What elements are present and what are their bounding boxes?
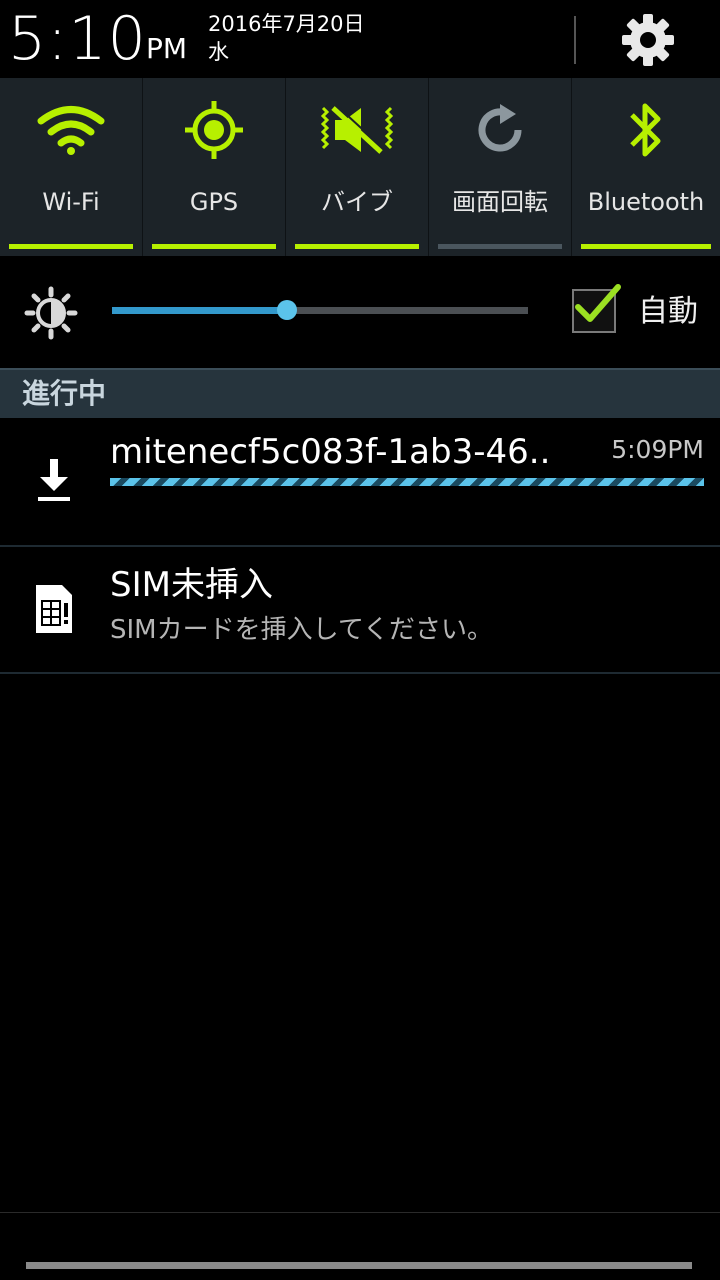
qs-tile-gps[interactable]: GPS — [143, 78, 286, 256]
qs-tile-vibrate[interactable]: バイブ — [286, 78, 429, 256]
qs-indicator-gps — [152, 244, 276, 249]
clock-time: 5:10 — [8, 4, 147, 74]
sim-notification[interactable]: SIM未挿入 SIMカードを挿入してください。 — [0, 547, 720, 674]
qs-label-vibrate: バイブ — [321, 188, 393, 216]
auto-brightness-checkbox[interactable] — [572, 284, 621, 333]
qs-label-bluetooth: Bluetooth — [587, 188, 705, 216]
gps-icon — [185, 101, 243, 159]
sim-subtitle: SIMカードを挿入してください。 — [110, 615, 494, 645]
qs-tile-wifi[interactable]: Wi-Fi — [0, 78, 143, 256]
qs-tile-bluetooth[interactable]: Bluetooth — [572, 78, 720, 256]
quick-settings-panel: Wi-Fi GPS バイブ 画面回転 Bluetooth — [0, 78, 720, 256]
section-title: 進行中 — [22, 377, 107, 410]
qs-indicator-vibrate — [295, 244, 419, 249]
sim-title: SIM未挿入 — [110, 565, 273, 605]
download-time: 5:09PM — [611, 435, 704, 464]
panel-drag-handle[interactable] — [26, 1262, 692, 1269]
brightness-slider-fill — [112, 307, 287, 314]
download-icon — [38, 459, 70, 501]
auto-brightness-label: 自動 — [638, 294, 698, 329]
clock-ampm: PM — [146, 32, 188, 65]
header-divider — [574, 16, 576, 64]
download-title: mitenecf5c083f-1ab3-46.. — [110, 432, 551, 472]
qs-indicator-wifi — [9, 244, 133, 249]
qs-tile-rotate[interactable]: 画面回転 — [429, 78, 572, 256]
settings-button[interactable] — [612, 8, 684, 72]
rotate-icon — [478, 104, 522, 152]
brightness-slider-thumb[interactable] — [276, 300, 297, 320]
vibrate-icon — [320, 104, 394, 154]
qs-label-gps: GPS — [189, 188, 239, 216]
qs-indicator-bluetooth — [581, 244, 711, 249]
qs-label-rotate: 画面回転 — [452, 188, 548, 216]
checkmark-icon — [575, 284, 621, 322]
gear-icon — [622, 14, 674, 66]
qs-label-wifi: Wi-Fi — [42, 188, 100, 216]
status-header: 5:10 PM 2016年7月20日 水 — [0, 0, 720, 78]
download-progress-bar — [110, 478, 704, 486]
wifi-icon — [37, 106, 105, 155]
qs-indicator-rotate — [438, 244, 562, 249]
weekday-label: 水 — [208, 40, 229, 64]
bottom-divider — [0, 1212, 720, 1213]
brightness-icon — [24, 286, 78, 340]
bluetooth-icon — [630, 103, 661, 157]
date-label: 2016年7月20日 — [208, 12, 365, 36]
brightness-slider[interactable] — [112, 300, 528, 320]
sim-card-icon — [36, 585, 72, 633]
download-notification[interactable]: mitenecf5c083f-1ab3-46.. 5:09PM — [0, 418, 720, 547]
ongoing-section-header: 進行中 — [0, 368, 720, 418]
